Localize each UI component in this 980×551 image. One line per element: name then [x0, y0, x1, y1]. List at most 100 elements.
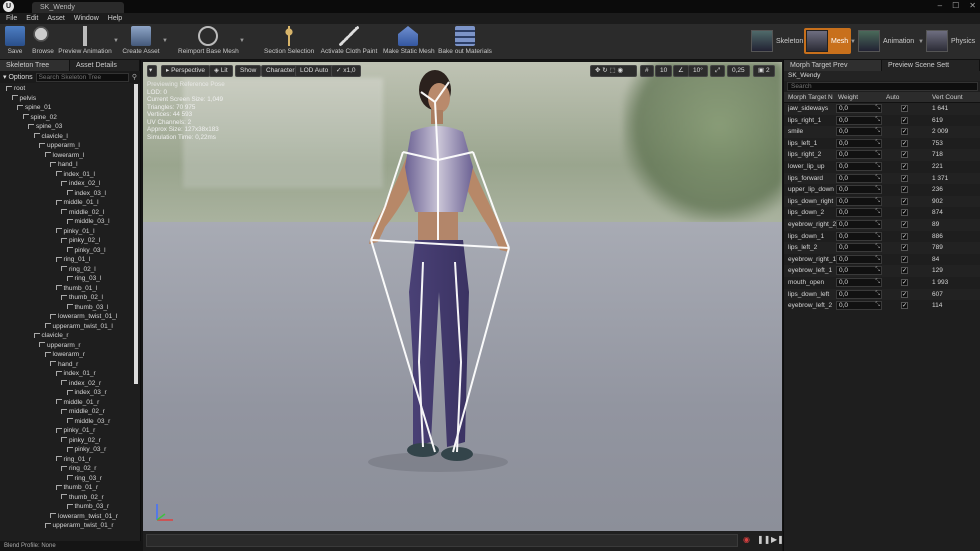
morph-weight-field[interactable]: 0,0 ⤡: [836, 161, 882, 171]
column-morph-name[interactable]: Morph Target N: [788, 92, 833, 103]
bone-row[interactable]: index_01_l: [0, 170, 137, 180]
auto-checkbox[interactable]: ✓: [901, 244, 908, 252]
auto-checkbox[interactable]: ✓: [901, 186, 908, 194]
transform-tools[interactable]: ✥ ↻ ⬚ ◉: [590, 65, 637, 77]
menu-file[interactable]: File: [6, 15, 17, 22]
morph-weight-field[interactable]: 0,0 ⤡: [836, 127, 882, 137]
auto-checkbox[interactable]: ✓: [901, 209, 908, 217]
bone-row[interactable]: index_03_l: [0, 189, 137, 199]
bone-row[interactable]: ring_02_l: [0, 265, 137, 275]
mode-animation-button[interactable]: Animation: [858, 28, 914, 54]
reimport-base-mesh-button[interactable]: Reimport Base Mesh: [178, 26, 239, 55]
animation-mode-dropdown-icon[interactable]: ▼: [918, 39, 924, 45]
bone-row[interactable]: spine_01: [0, 103, 137, 113]
tab-skeleton-tree[interactable]: Skeleton Tree: [0, 60, 70, 71]
menu-window[interactable]: Window: [74, 15, 99, 22]
bone-row[interactable]: thumb_02_r: [0, 493, 137, 503]
auto-checkbox[interactable]: ✓: [901, 220, 908, 228]
morph-weight-field[interactable]: 0,0 ⤡: [836, 138, 882, 148]
bone-row[interactable]: middle_03_l: [0, 217, 137, 227]
auto-checkbox[interactable]: ✓: [901, 278, 908, 286]
menu-edit[interactable]: Edit: [26, 15, 38, 22]
bone-row[interactable]: pinky_01_l: [0, 227, 137, 237]
bone-row[interactable]: thumb_01_l: [0, 284, 137, 294]
bone-row[interactable]: thumb_01_r: [0, 483, 137, 493]
morph-weight-field[interactable]: 0,0 ⤡: [836, 208, 882, 218]
bone-row[interactable]: lowerarm_twist_01_l: [0, 312, 137, 322]
rotation-snap-value[interactable]: 10°: [688, 65, 708, 77]
morph-target-row[interactable]: eyebrow_right_2 0,0 ⤡ ✓ 89: [784, 218, 980, 231]
bone-row[interactable]: index_03_r: [0, 388, 137, 398]
bone-row[interactable]: pinky_01_r: [0, 426, 137, 436]
section-selection-button[interactable]: Section Selection: [264, 26, 314, 55]
bone-row[interactable]: upperarm_l: [0, 141, 137, 151]
document-tab[interactable]: SK_Wendy: [32, 2, 124, 13]
blend-profile-selector[interactable]: Blend Profile: None: [0, 541, 141, 551]
minimize-icon[interactable]: –: [938, 1, 942, 10]
morph-target-row[interactable]: eyebrow_right_1 0,0 ⤡ ✓ 84: [784, 254, 980, 266]
lod-button[interactable]: LOD Auto: [295, 65, 334, 77]
options-button[interactable]: ▾ Options: [3, 73, 33, 81]
bone-row[interactable]: clavicle_l: [0, 132, 137, 142]
auto-checkbox[interactable]: ✓: [901, 267, 908, 275]
morph-target-row[interactable]: lips_down_2 0,0 ⤡ ✓ 874: [784, 207, 980, 219]
morph-weight-field[interactable]: 0,0 ⤡: [836, 115, 882, 125]
bone-row[interactable]: middle_01_r: [0, 398, 137, 408]
browse-button[interactable]: Browse: [30, 26, 56, 55]
create-asset-button[interactable]: Create Asset: [121, 26, 161, 55]
bone-row[interactable]: thumb_02_l: [0, 293, 137, 303]
morph-weight-field[interactable]: 0,0 ⤡: [836, 231, 882, 241]
bone-row[interactable]: middle_01_l: [0, 198, 137, 208]
morph-target-row[interactable]: smile 0,0 ⤡ ✓ 2 009: [784, 126, 980, 138]
mode-skeleton-button[interactable]: Skeleton: [751, 28, 803, 54]
morph-target-row[interactable]: lower_lip_up 0,0 ⤡ ✓ 221: [784, 161, 980, 173]
auto-checkbox[interactable]: ✓: [901, 290, 908, 298]
morph-weight-field[interactable]: 0,0 ⤡: [836, 277, 882, 287]
bone-row[interactable]: middle_02_r: [0, 407, 137, 417]
bone-row[interactable]: index_01_r: [0, 369, 137, 379]
record-icon[interactable]: ◉: [743, 535, 750, 544]
bone-row[interactable]: spine_03: [0, 122, 137, 132]
tab-preview-scene-settings[interactable]: Preview Scene Sett: [882, 60, 980, 71]
morph-target-row[interactable]: lips_down_right 0,0 ⤡ ✓ 902: [784, 195, 980, 208]
scale-snap-value[interactable]: 0,25: [727, 65, 750, 77]
morph-target-row[interactable]: eyebrow_left_2 0,0 ⤡ ✓ 114: [784, 300, 980, 312]
morph-target-row[interactable]: lips_right_2 0,0 ⤡ ✓ 718: [784, 149, 980, 161]
bone-row[interactable]: lowerarm_r: [0, 350, 137, 360]
rotation-snap-icon[interactable]: ∠: [673, 65, 689, 77]
morph-target-row[interactable]: lips_forward 0,0 ⤡ ✓ 1 371: [784, 172, 980, 185]
reimport-dropdown-icon[interactable]: ▼: [239, 38, 245, 44]
bone-row[interactable]: middle_02_l: [0, 208, 137, 218]
perspective-button[interactable]: ▸ Perspective: [161, 65, 211, 77]
morph-weight-field[interactable]: 0,0 ⤡: [836, 150, 882, 160]
bone-row[interactable]: lowerarm_l: [0, 151, 137, 161]
scale-snap-icon[interactable]: ⤢: [710, 65, 726, 77]
camera-speed-button[interactable]: ▣ 2: [753, 65, 775, 77]
menu-help[interactable]: Help: [108, 15, 122, 22]
timeline-scrubber[interactable]: [146, 534, 738, 547]
auto-checkbox[interactable]: ✓: [901, 302, 908, 310]
bone-row[interactable]: root: [0, 84, 137, 94]
activate-cloth-paint-button[interactable]: Activate Cloth Paint: [320, 26, 378, 55]
morph-search-input[interactable]: [787, 82, 978, 91]
save-button[interactable]: Save: [4, 26, 26, 55]
column-auto[interactable]: Auto: [886, 92, 899, 103]
bone-row[interactable]: index_02_l: [0, 179, 137, 189]
bone-row[interactable]: lowerarm_twist_01_r: [0, 512, 137, 522]
morph-target-row[interactable]: lips_down_left 0,0 ⤡ ✓ 607: [784, 288, 980, 301]
mesh-mode-dropdown-icon[interactable]: ▼: [850, 39, 856, 45]
auto-checkbox[interactable]: ✓: [901, 105, 908, 112]
bone-row[interactable]: spine_02: [0, 113, 137, 123]
morph-weight-field[interactable]: 0,0 ⤡: [836, 185, 882, 195]
close-icon[interactable]: ✕: [969, 1, 976, 10]
column-weight[interactable]: Weight: [838, 92, 858, 103]
character-button[interactable]: Character: [261, 65, 300, 77]
morph-weight-field[interactable]: 0,0 ⤡: [836, 266, 882, 276]
bone-row[interactable]: ring_03_l: [0, 274, 137, 284]
bone-row[interactable]: pinky_02_r: [0, 436, 137, 446]
bone-row[interactable]: pinky_02_l: [0, 236, 137, 246]
make-static-mesh-button[interactable]: Make Static Mesh: [383, 26, 435, 55]
auto-checkbox[interactable]: ✓: [901, 174, 908, 182]
morph-weight-field[interactable]: 0,0 ⤡: [836, 173, 882, 183]
preview-animation-dropdown-icon[interactable]: ▼: [113, 38, 119, 44]
